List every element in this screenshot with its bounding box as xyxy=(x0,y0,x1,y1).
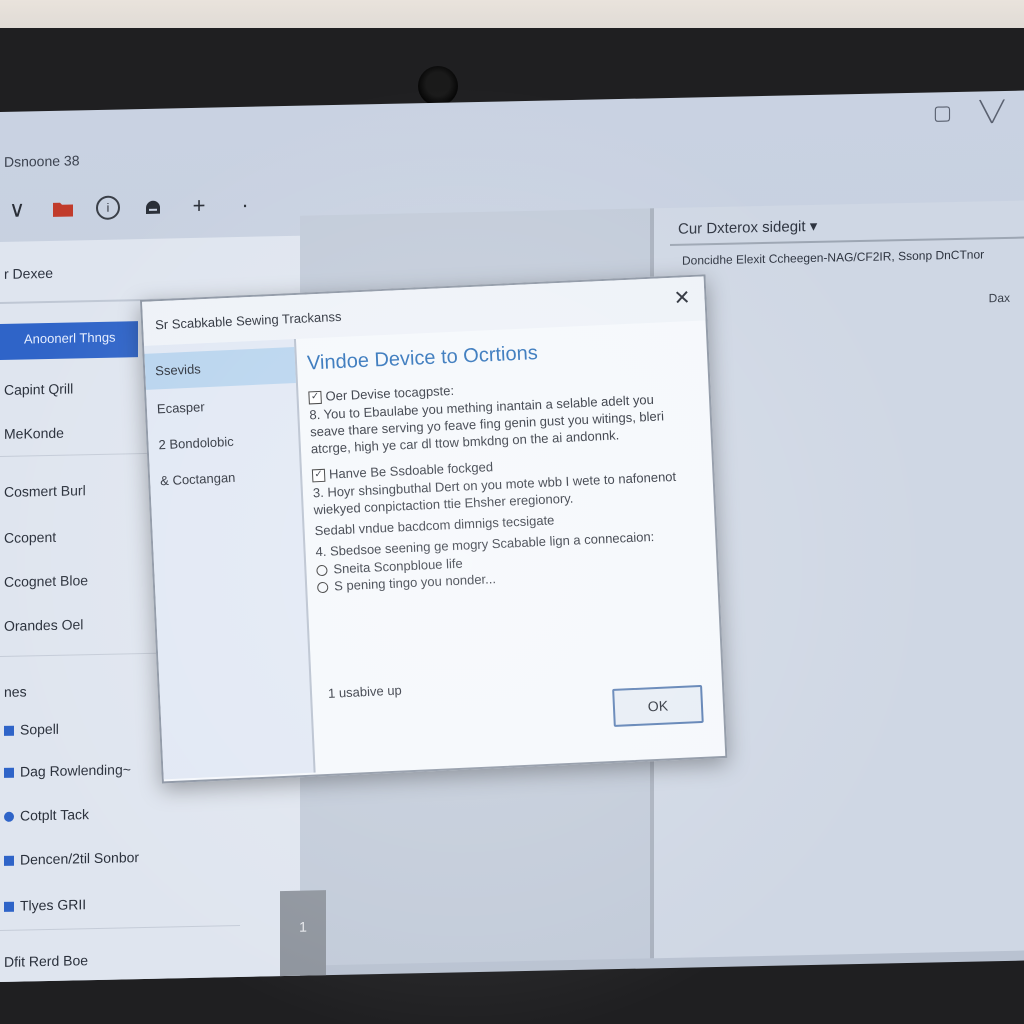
sidebar-item[interactable]: Orandes Oel xyxy=(4,616,83,634)
sidebar-item[interactable]: Capint Qrill xyxy=(4,380,73,397)
sidebar-item-label: Tlyes GRII xyxy=(20,896,87,914)
checkbox-icon[interactable]: ✓ xyxy=(311,468,326,483)
dialog-title: Sr Scabkable Sewing Trackanss xyxy=(154,308,342,333)
restore-icon[interactable]: ▢ xyxy=(933,100,952,125)
item-icon xyxy=(4,812,14,823)
dialog-nav: Ssevids Ecasper 2 Bondolobic & Coctangan xyxy=(144,338,316,780)
item-icon xyxy=(4,902,14,913)
dialog-heading: Vindoe Device to Ocrtions xyxy=(306,342,539,375)
sidebar-item-label: Dencen/2til Sonbor xyxy=(20,849,140,868)
sidebar-item[interactable]: Cosmert Burl xyxy=(4,482,86,500)
window-controls: ▢ ╲╱ xyxy=(933,99,1004,125)
scrollbar[interactable]: 1 xyxy=(280,890,326,983)
options-dialog: Sr Scabkable Sewing Trackanss ✕ Ssevids … xyxy=(140,274,728,784)
sidebar-section-label: nes xyxy=(4,683,27,700)
radio-icon[interactable] xyxy=(316,581,329,594)
ok-button[interactable]: OK xyxy=(612,684,704,727)
item-icon xyxy=(4,856,14,867)
collapse-icon[interactable]: ╲╱ xyxy=(980,99,1004,125)
sidebar-header-label: r Dexee xyxy=(4,264,54,282)
sidebar-item[interactable]: Sopell xyxy=(4,721,59,738)
right-dropdown[interactable]: Cur Dxterox sidegit ▾ xyxy=(670,204,1024,246)
sidebar-item[interactable]: MeKonde xyxy=(4,425,64,442)
dot-icon[interactable]: · xyxy=(232,192,258,219)
item-icon xyxy=(4,768,14,779)
lock-icon[interactable] xyxy=(140,194,166,221)
sidebar-item[interactable]: Tlyes GRII xyxy=(4,896,86,914)
sidebar-item[interactable]: Dag Rowlending~ xyxy=(4,761,131,780)
folder-icon[interactable] xyxy=(50,195,76,222)
right-tag: Dax xyxy=(988,290,1010,306)
right-info-line: Doncidhe Elexit Ccheegen-NAG/CF2IR, Sson… xyxy=(682,247,985,268)
sidebar-item[interactable]: Ccognet Bloe xyxy=(4,572,88,590)
sidebar-item[interactable]: Cotplt Tack xyxy=(4,806,89,824)
sidebar-item-selected[interactable]: Anoonerl Thngs xyxy=(0,321,138,360)
sidebar-divider xyxy=(0,924,240,931)
close-icon[interactable]: ✕ xyxy=(673,285,691,311)
item-icon xyxy=(4,726,14,737)
toolbar: ∨ i + · xyxy=(0,185,258,230)
sidebar-item-label: Dag Rowlending~ xyxy=(20,761,131,780)
sidebar-item-label: Cotplt Tack xyxy=(20,806,89,824)
sidebar-item-label: Sopell xyxy=(20,720,59,738)
dialog-nav-item[interactable]: & Coctangan xyxy=(149,457,300,500)
sidebar-header: r Dexee xyxy=(0,236,250,304)
checkbox-icon[interactable]: ✓ xyxy=(308,390,322,405)
webcam xyxy=(418,66,458,106)
radio-icon[interactable] xyxy=(316,564,328,577)
chevron-down-icon[interactable]: ∨ xyxy=(4,196,30,223)
scroll-number: 1 xyxy=(299,918,307,935)
info-icon[interactable]: i xyxy=(96,195,120,220)
window-title: Dsnoone 38 xyxy=(4,152,80,170)
plus-icon[interactable]: + xyxy=(186,193,212,220)
sidebar-item[interactable]: Dencen/2til Sonbor xyxy=(4,849,139,868)
dialog-content: Vindoe Device to Ocrtions ✓ Oer Devise to… xyxy=(307,335,704,732)
sidebar-item[interactable]: Ccopent xyxy=(4,529,56,546)
dialog-nav-item-active[interactable]: Ssevids xyxy=(144,347,296,390)
sidebar-item[interactable]: Dfit Rerd Boe xyxy=(4,952,88,970)
